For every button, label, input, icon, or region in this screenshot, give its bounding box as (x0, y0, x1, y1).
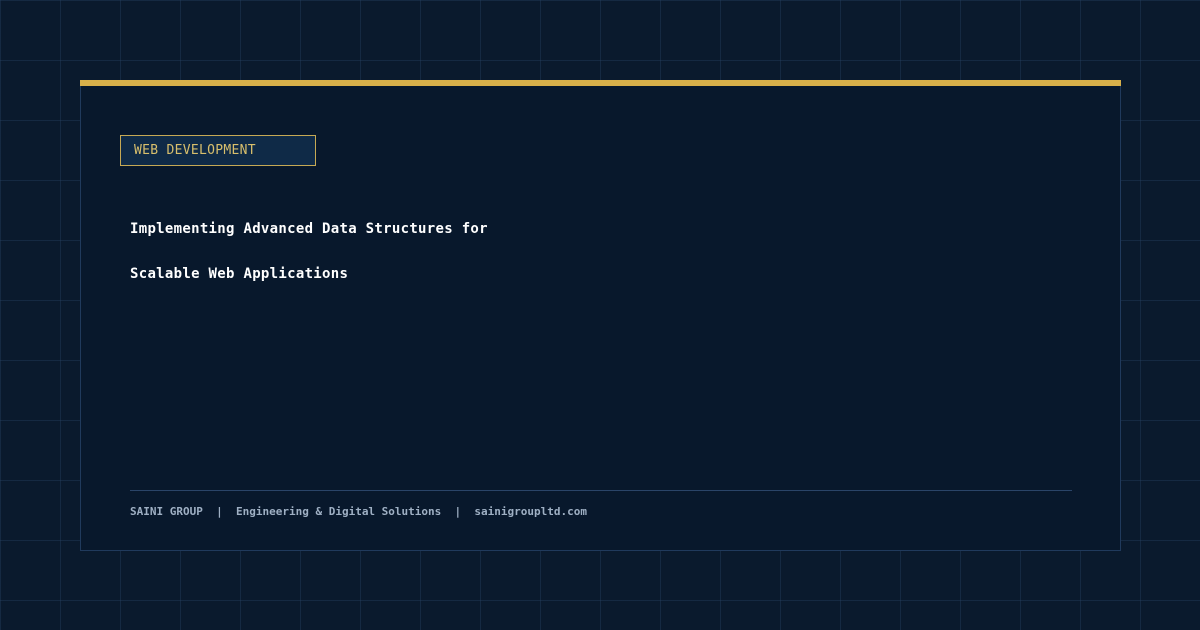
footer-separator-1: | (216, 505, 223, 518)
footer: SAINI GROUP | Engineering & Digital Solu… (130, 505, 587, 519)
accent-bar (80, 80, 1121, 86)
category-tag: WEB DEVELOPMENT (120, 135, 316, 166)
footer-divider (130, 490, 1072, 491)
footer-separator-2: | (454, 505, 462, 518)
article-card: WEB DEVELOPMENT Implementing Advanced Da… (80, 80, 1121, 551)
footer-company: SAINI GROUP (130, 505, 203, 518)
article-title-line-1: Implementing Advanced Data Structures fo… (130, 221, 488, 237)
footer-tagline: Engineering & Digital Solutions (235, 505, 442, 518)
category-tag-label: WEB DEVELOPMENT (134, 143, 256, 158)
footer-website: sainigroupltd.com (474, 505, 588, 518)
article-title-line-2: Scalable Web Applications (130, 266, 349, 282)
og-image-canvas: { "category": { "label": "WEB DEVELOPMEN… (0, 0, 1200, 630)
